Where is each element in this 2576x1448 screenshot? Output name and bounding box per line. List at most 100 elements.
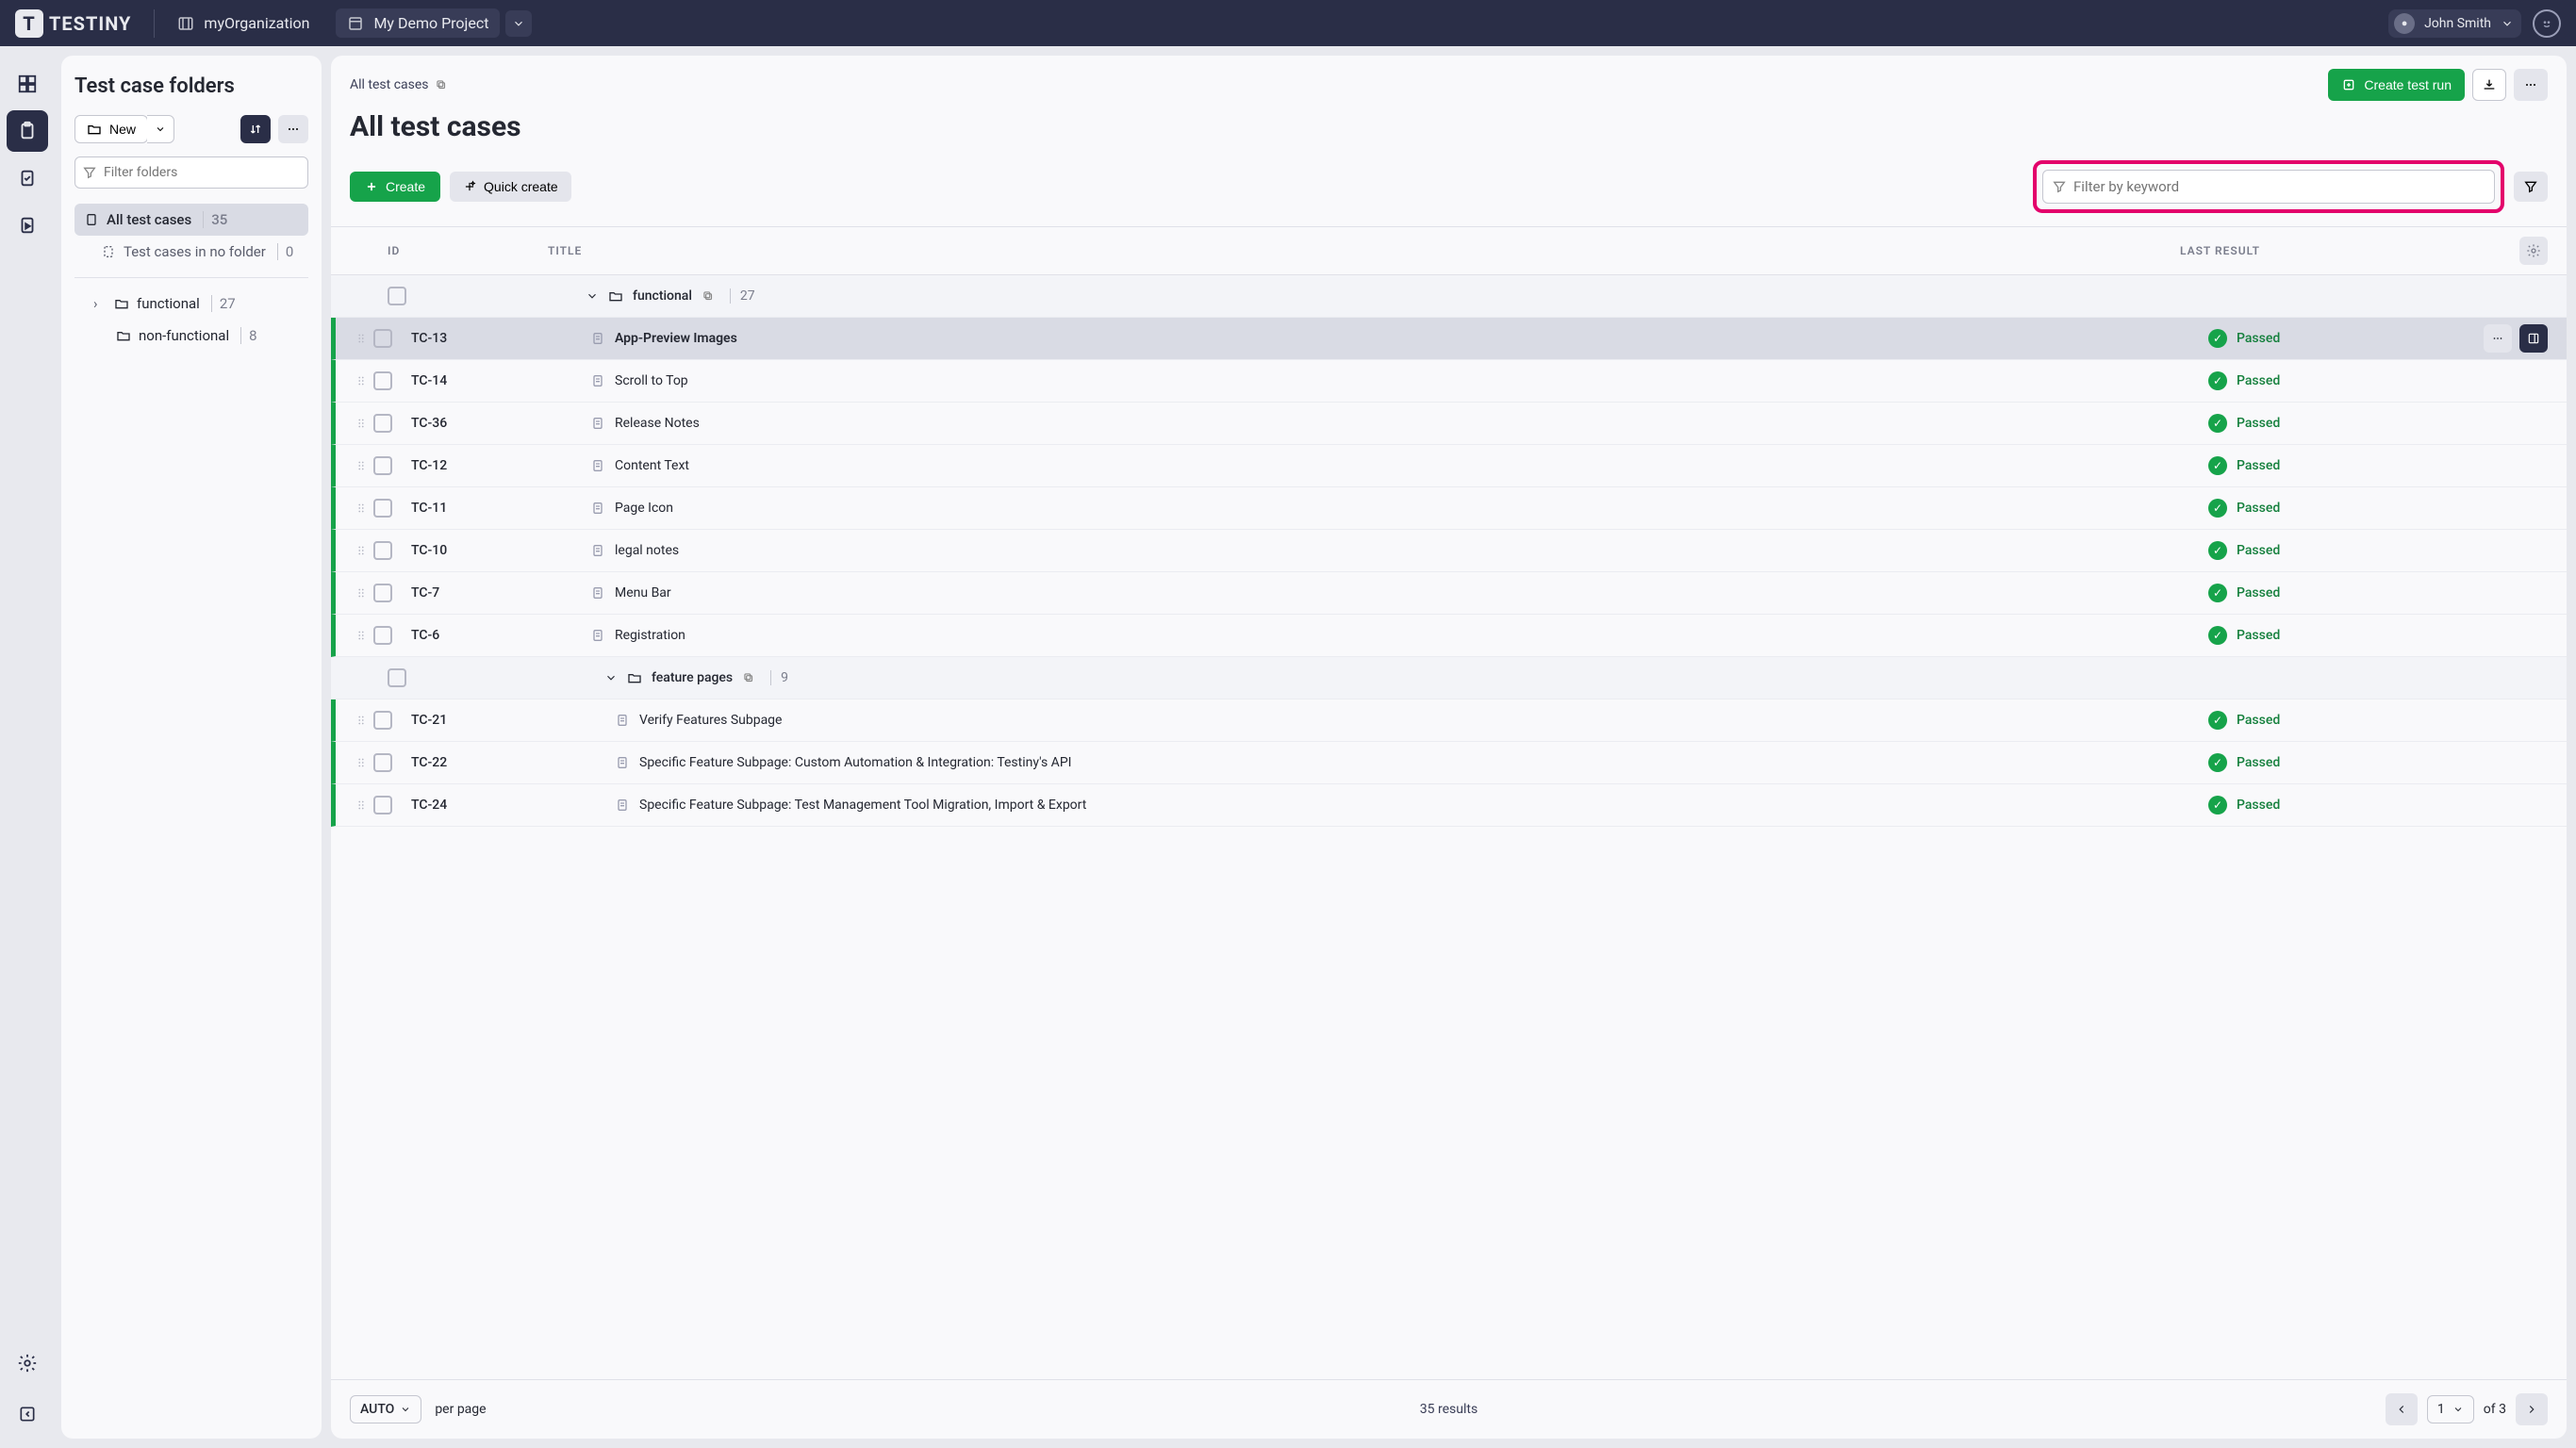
row-checkbox[interactable] (373, 711, 392, 730)
row-result: Passed (2237, 416, 2280, 431)
drag-handle[interactable] (355, 756, 373, 769)
row-checkbox[interactable] (373, 371, 392, 390)
next-page-button[interactable] (2516, 1393, 2548, 1425)
col-title[interactable]: TITLE (548, 244, 2180, 257)
row-actions (2484, 324, 2548, 353)
row-checkbox[interactable] (373, 626, 392, 645)
table-row[interactable]: TC-36 Release Notes ✓Passed (331, 403, 2567, 445)
more-actions-button[interactable] (2514, 69, 2548, 101)
plus-icon (365, 180, 378, 193)
row-checkbox[interactable] (373, 541, 392, 560)
column-filter-button[interactable] (2514, 172, 2548, 202)
prev-page-button[interactable] (2386, 1393, 2418, 1425)
row-checkbox[interactable] (373, 796, 392, 814)
sort-button[interactable] (240, 115, 271, 143)
passed-icon: ✓ (2208, 584, 2227, 602)
clipboard-icon (84, 212, 99, 227)
org-icon (177, 15, 194, 32)
table-row[interactable]: TC-7 Menu Bar ✓Passed (331, 572, 2567, 615)
row-checkbox[interactable] (373, 414, 392, 433)
nav-collapse[interactable] (7, 1393, 48, 1435)
new-button[interactable]: New (74, 115, 148, 143)
row-more-button[interactable] (2484, 324, 2512, 353)
col-id[interactable]: ID (388, 244, 548, 257)
tree-no-folder[interactable]: Test cases in no folder 0 (74, 236, 308, 268)
drag-handle[interactable] (355, 629, 373, 642)
help-button[interactable] (2533, 9, 2561, 38)
group-checkbox[interactable] (388, 668, 406, 687)
row-checkbox[interactable] (373, 753, 392, 772)
row-id: TC-13 (411, 331, 571, 346)
table-row[interactable]: TC-13 App-Preview Images ✓Passed (331, 318, 2567, 360)
table-row[interactable]: TC-12 Content Text ✓Passed (331, 445, 2567, 487)
col-result[interactable]: LAST RESULT (2180, 244, 2519, 257)
nav-plans[interactable] (7, 205, 48, 246)
drag-handle[interactable] (355, 586, 373, 600)
row-checkbox[interactable] (373, 499, 392, 518)
nav-settings[interactable] (7, 1342, 48, 1384)
tree-folder-nonfunctional[interactable]: non-functional 8 (74, 320, 308, 352)
logo[interactable]: T TESTINY (15, 9, 155, 38)
per-page-label: per page (435, 1402, 486, 1417)
row-checkbox[interactable] (373, 456, 392, 475)
drag-handle[interactable] (355, 374, 373, 387)
table-row[interactable]: TC-10 legal notes ✓Passed (331, 530, 2567, 572)
project-switcher[interactable]: My Demo Project (336, 8, 500, 38)
drag-handle[interactable] (355, 459, 373, 472)
table-row[interactable]: TC-22 Specific Feature Subpage: Custom A… (331, 742, 2567, 784)
document-icon (590, 501, 605, 516)
row-result: Passed (2237, 755, 2280, 770)
row-result: Passed (2237, 628, 2280, 643)
user-menu[interactable]: ● John Smith (2388, 9, 2521, 38)
folder-icon (627, 670, 642, 685)
quick-create-button[interactable]: Quick create (450, 172, 571, 202)
create-button[interactable]: Create (350, 172, 440, 202)
drag-handle[interactable] (355, 332, 373, 345)
project-dropdown[interactable] (505, 10, 532, 37)
drag-handle[interactable] (355, 798, 373, 812)
table-row[interactable]: TC-24 Specific Feature Subpage: Test Man… (331, 784, 2567, 827)
table-row[interactable]: TC-21 Verify Features Subpage ✓Passed (331, 699, 2567, 742)
folder-filter-input[interactable] (74, 156, 308, 189)
import-button[interactable] (2472, 69, 2506, 101)
breadcrumb[interactable]: All test cases (350, 77, 448, 92)
tree-all-count: 35 (203, 211, 227, 228)
row-title: Content Text (615, 458, 689, 473)
drag-handle[interactable] (355, 417, 373, 430)
table-group-row[interactable]: functional 27 (331, 275, 2567, 318)
keyword-filter-input[interactable] (2042, 170, 2495, 204)
table-group-row[interactable]: feature pages 9 (331, 657, 2567, 699)
drag-handle[interactable] (355, 714, 373, 727)
page-select[interactable]: 1 (2427, 1395, 2474, 1423)
table-row[interactable]: TC-11 Page Icon ✓Passed (331, 487, 2567, 530)
nav-test-cases[interactable] (7, 110, 48, 152)
nav-test-runs[interactable] (7, 157, 48, 199)
table-settings-button[interactable] (2519, 237, 2548, 265)
row-title: Release Notes (615, 416, 700, 431)
table-row[interactable]: TC-6 Registration ✓Passed (331, 615, 2567, 657)
create-run-label: Create test run (2364, 77, 2452, 92)
chevron-down-icon (604, 671, 618, 684)
collapse-icon (18, 1405, 37, 1423)
chevron-down-icon (2501, 17, 2514, 30)
document-icon (590, 416, 605, 431)
row-checkbox[interactable] (373, 584, 392, 602)
table-row[interactable]: TC-14 Scroll to Top ✓Passed (331, 360, 2567, 403)
new-dropdown[interactable] (147, 115, 174, 143)
create-test-run-button[interactable]: Create test run (2328, 69, 2465, 101)
drag-handle[interactable] (355, 544, 373, 557)
nav-dashboard[interactable] (7, 63, 48, 105)
org-switcher[interactable]: myOrganization (177, 14, 309, 32)
group-checkbox[interactable] (388, 287, 406, 305)
more-button[interactable] (278, 115, 308, 143)
page-size-select[interactable]: AUTO (350, 1395, 421, 1423)
passed-icon: ✓ (2208, 753, 2227, 772)
folder-name: functional (137, 295, 200, 312)
drag-handle[interactable] (355, 502, 373, 515)
copy-icon (435, 78, 448, 91)
tree-all-cases[interactable]: All test cases 35 (74, 204, 308, 236)
passed-icon: ✓ (2208, 626, 2227, 645)
row-checkbox[interactable] (373, 329, 392, 348)
tree-folder-functional[interactable]: › functional 27 (74, 288, 308, 320)
row-open-button[interactable] (2519, 324, 2548, 353)
